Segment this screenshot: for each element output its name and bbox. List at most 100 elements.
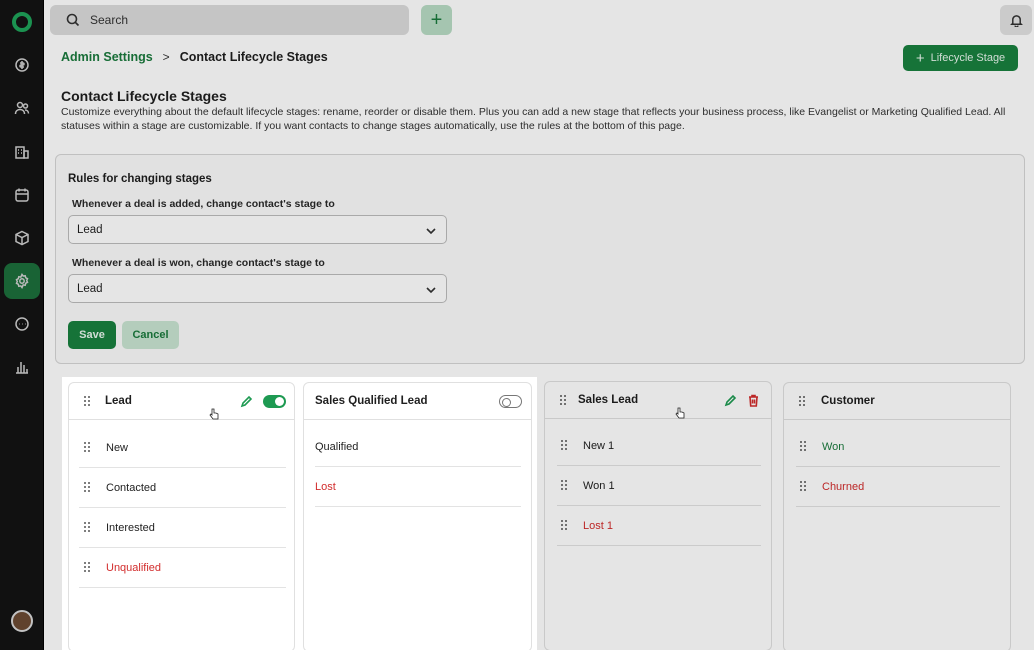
cancel-button[interactable]: Cancel [122,321,179,349]
rules-card: Rules for changing stages Whenever a dea… [55,154,1025,364]
product-icon [15,230,29,246]
stage-title: Sales Lead [578,394,639,406]
status-label: Contacted [106,481,157,494]
list-item[interactable]: New [79,428,286,468]
stage-column-sales-qualified-lead: Sales Qualified Lead Qualified Lost [303,382,532,650]
hand-cursor-icon [209,408,219,420]
status-label: Lost [315,480,336,493]
sidebar [0,0,44,650]
stage-header: Customer [784,383,1010,420]
trash-icon[interactable] [747,394,760,407]
drag-handle-icon[interactable] [84,522,92,533]
status-label: Won [822,440,845,453]
status-label: Interested [106,521,155,534]
drag-handle-icon[interactable] [84,395,92,407]
sidebar-item-reports[interactable] [4,349,40,385]
drag-handle-icon[interactable] [800,441,808,452]
plus-icon: + [915,49,925,67]
deal-won-label: Whenever a deal is won, change contact's… [72,257,325,269]
avatar[interactable] [11,610,33,632]
stage-header: Sales Lead [545,382,771,419]
deal-added-select[interactable]: Lead [68,215,447,244]
list-item[interactable]: Won 1 [557,466,761,506]
save-button[interactable]: Save [68,321,116,349]
page-description: Customize everything about the default l… [61,106,1006,132]
stage-column-customer: Customer Won Churned [783,382,1011,650]
deal-won-value: Lead [77,282,103,295]
search-placeholder: Search [90,13,129,27]
list-item[interactable]: Won [796,427,1000,467]
search-input[interactable]: Search [50,5,409,35]
money-icon [15,58,29,72]
calendar-icon [15,188,29,202]
chat-icon [15,317,29,331]
stage-title: Customer [821,395,875,407]
status-label: New 1 [583,439,615,452]
status-label: Churned [822,480,865,493]
logo-icon[interactable] [12,12,32,32]
drag-handle-icon[interactable] [84,442,92,453]
breadcrumb-current: Contact Lifecycle Stages [179,50,328,64]
drag-handle-icon[interactable] [84,482,92,493]
add-lifecycle-stage-button[interactable]: + Lifecycle Stage [903,45,1018,71]
breadcrumb: Admin Settings > Contact Lifecycle Stage… [61,50,328,64]
status-label: Lost 1 [583,519,613,532]
stage-title: Lead [105,395,132,407]
chevron-down-icon [426,287,436,294]
drag-handle-icon[interactable] [561,480,569,491]
breadcrumb-separator: > [162,50,170,64]
stage-title: Sales Qualified Lead [315,395,428,407]
sidebar-item-conversations[interactable] [4,306,40,342]
drag-handle-icon[interactable] [560,394,568,406]
search-icon [66,13,80,27]
company-icon [15,146,29,159]
notifications-button[interactable] [1000,5,1032,35]
stage-column-lead: Lead New Contacted Interested Unqualifie… [68,382,295,650]
add-lifecycle-stage-label: Lifecycle Stage [930,52,1006,64]
chevron-down-icon [426,228,436,235]
stage-header: Lead [69,383,294,420]
list-item[interactable]: Qualified [315,427,521,467]
sidebar-item-products[interactable] [4,220,40,256]
stage-enabled-toggle[interactable] [499,395,522,408]
status-label: New [106,441,129,454]
topbar: Search + [44,0,1034,42]
list-item[interactable]: Unqualified [79,548,286,588]
list-item[interactable]: Interested [79,508,286,548]
list-item[interactable]: Lost [315,467,521,507]
status-label: Unqualified [106,561,162,574]
stage-enabled-toggle[interactable] [263,395,286,408]
contacts-icon [14,101,30,115]
stage-column-sales-lead: Sales Lead New 1 Won 1 Lost 1 [544,381,772,650]
edit-icon[interactable] [724,394,737,407]
hand-cursor-icon [675,407,685,419]
bell-icon [1009,14,1023,27]
stage-header: Sales Qualified Lead [304,383,531,420]
edit-icon[interactable] [240,395,253,408]
sidebar-item-deals[interactable] [4,47,40,83]
list-item[interactable]: New 1 [557,426,761,466]
list-item[interactable]: Churned [796,467,1000,507]
drag-handle-icon[interactable] [561,440,569,451]
deal-added-value: Lead [77,223,103,236]
sidebar-item-calendar[interactable] [4,177,40,213]
rules-title: Rules for changing stages [68,173,212,185]
drag-handle-icon[interactable] [561,520,569,531]
list-item[interactable]: Lost 1 [557,506,761,546]
plus-icon: + [430,8,443,31]
settings-icon [15,273,29,289]
list-item[interactable]: Contacted [79,468,286,508]
sidebar-item-companies[interactable] [4,134,40,170]
breadcrumb-admin-settings[interactable]: Admin Settings [61,50,153,64]
sidebar-item-settings[interactable] [4,263,40,299]
deal-won-select[interactable]: Lead [68,274,447,303]
drag-handle-icon[interactable] [84,562,92,573]
deal-added-label: Whenever a deal is added, change contact… [72,198,335,210]
status-label: Won 1 [583,479,615,492]
drag-handle-icon[interactable] [800,481,808,492]
status-label: Qualified [315,440,359,453]
quick-add-button[interactable]: + [421,5,452,35]
drag-handle-icon[interactable] [799,395,807,407]
page-title: Contact Lifecycle Stages [61,88,227,104]
sidebar-item-contacts[interactable] [4,90,40,126]
